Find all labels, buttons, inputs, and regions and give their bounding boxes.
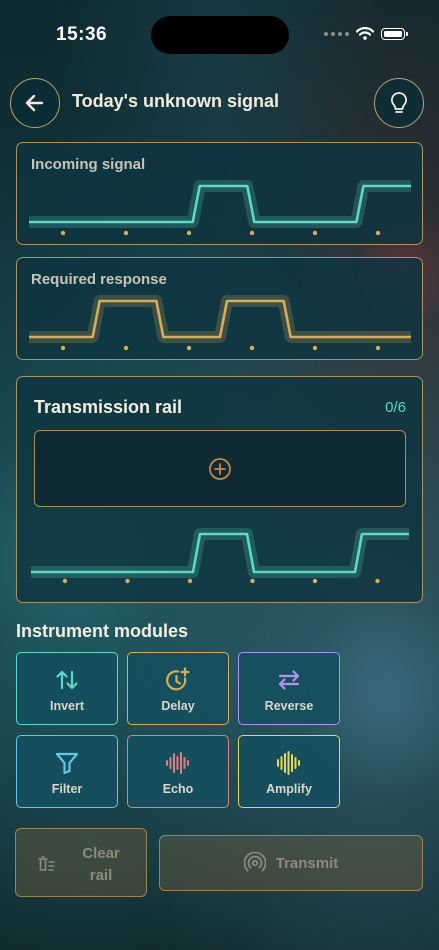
module-label: Reverse <box>264 699 314 713</box>
battery-icon <box>381 27 408 40</box>
beat-marker-dot <box>123 230 129 236</box>
module-label: Delay <box>161 699 195 713</box>
beat-marker-dot <box>375 230 381 236</box>
clear-list-icon <box>38 856 55 871</box>
beat-marker-dot <box>125 578 130 584</box>
arrow-left-icon <box>25 94 44 112</box>
beat-marker-dot <box>123 345 129 351</box>
rail-slot-count: 0/6 <box>385 399 406 416</box>
clear-rail-button[interactable]: Clear rail <box>15 828 147 897</box>
rail-title: Transmission rail <box>34 397 183 417</box>
module-echo[interactable]: Echo <box>127 735 229 808</box>
module-amplify[interactable]: Amplify <box>238 735 340 808</box>
required-response-panel: Required response <box>16 257 423 360</box>
status-bar: 15:36 <box>0 0 439 60</box>
swap-arrows-icon <box>278 670 300 690</box>
beat-marker-dot <box>312 578 318 584</box>
module-reverse[interactable]: Reverse <box>238 652 340 725</box>
beat-marker-dot <box>186 230 192 236</box>
transmit-label: Transmit <box>275 854 339 872</box>
transmission-rail-panel: Transmission rail 0/6 <box>16 376 423 603</box>
beat-marker-dot <box>250 578 255 584</box>
invert-arrows-icon <box>56 670 78 690</box>
status-icons <box>324 27 408 40</box>
waveform-glow <box>29 180 411 228</box>
rail-drop-zone[interactable] <box>34 430 406 507</box>
beat-marker-dot <box>249 230 255 236</box>
beat-marker-dot <box>60 230 66 236</box>
plus-circle-icon <box>209 457 231 480</box>
clear-label-line1: Clear <box>82 845 120 862</box>
module-label: Invert <box>49 699 85 713</box>
beat-marker-dot <box>312 345 318 351</box>
beat-marker-dot <box>249 345 255 351</box>
module-label: Echo <box>162 782 194 796</box>
signal-dots-icon <box>324 31 349 36</box>
beat-marker-dot <box>186 345 192 351</box>
module-delay[interactable]: Delay <box>127 652 229 725</box>
broadcast-icon <box>243 852 266 872</box>
hint-button[interactable] <box>374 78 424 128</box>
soundwave-icon <box>166 752 189 774</box>
beat-marker-dot <box>62 578 68 584</box>
required-waveform <box>29 295 411 351</box>
beat-marker-dot <box>187 578 193 584</box>
incoming-waveform <box>29 180 411 236</box>
wifi-icon <box>356 27 374 40</box>
module-label: Amplify <box>266 782 312 796</box>
module-label: Filter <box>51 782 83 796</box>
modules-title: Instrument modules <box>16 621 189 641</box>
waveform-glow <box>31 528 409 578</box>
back-button[interactable] <box>10 78 60 128</box>
beat-marker-dot <box>312 230 318 236</box>
beat-marker-dot <box>60 345 66 351</box>
filter-funnel-icon <box>55 752 79 775</box>
module-filter[interactable]: Filter <box>16 735 118 808</box>
beat-marker-dot <box>375 578 380 584</box>
clear-label-line2: rail <box>89 867 113 884</box>
amplify-wave-icon <box>277 751 300 775</box>
beat-marker-dot <box>375 345 381 351</box>
status-time: 15:36 <box>56 24 108 45</box>
dynamic-island <box>151 16 289 54</box>
lightbulb-icon <box>391 92 407 113</box>
rail-waveform <box>31 528 409 584</box>
incoming-signal-panel: Incoming signal <box>16 142 423 245</box>
module-invert[interactable]: Invert <box>16 652 118 725</box>
transmit-button[interactable]: Transmit <box>159 835 423 891</box>
clock-plus-icon <box>166 667 190 691</box>
page-title: Today's unknown signal <box>72 91 279 111</box>
